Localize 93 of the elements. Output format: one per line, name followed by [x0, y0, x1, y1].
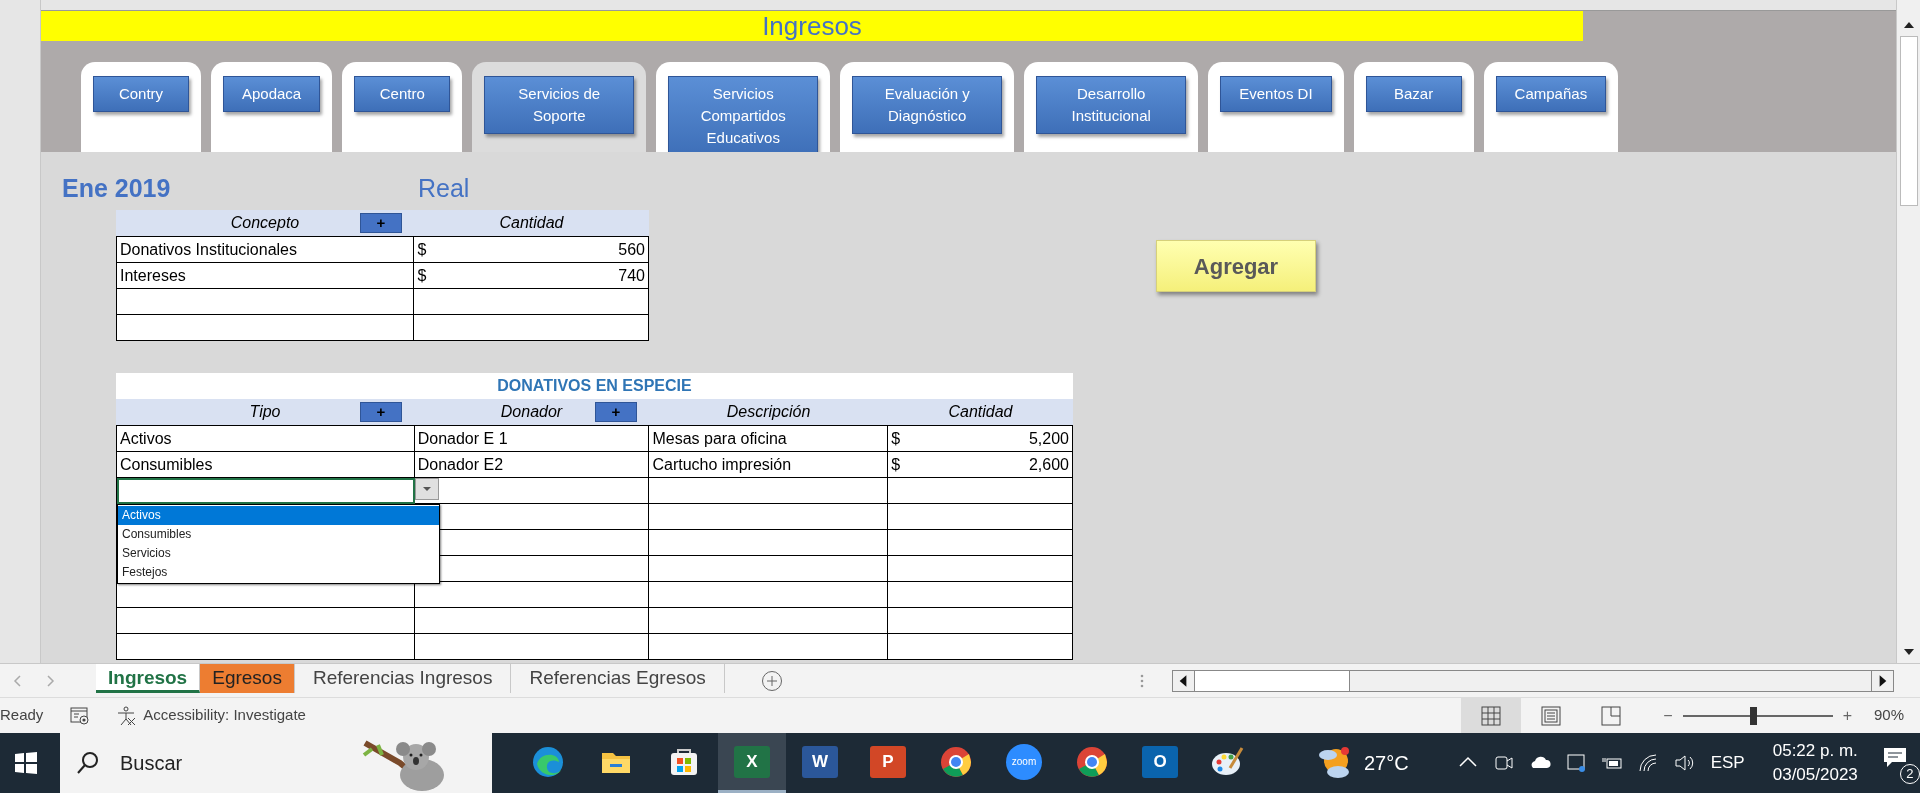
column-header: Descripción	[726, 402, 811, 422]
column-header: Donador	[500, 402, 563, 422]
dropdown-option[interactable]: Servicios	[118, 544, 439, 563]
scroll-up-arrow-icon[interactable]	[1901, 20, 1916, 30]
nav-button[interactable]: Centro	[354, 76, 451, 112]
sheet-title: Ingresos	[762, 9, 862, 43]
scroll-down-arrow-icon[interactable]	[1901, 647, 1916, 657]
zoom-slider-thumb[interactable]	[1750, 706, 1758, 725]
zoom-level-text: 90%	[1873, 705, 1904, 726]
splitter-handle-icon[interactable]	[1140, 672, 1144, 689]
status-text: Ready	[0, 705, 44, 726]
column-header: Cantidad	[948, 402, 1013, 422]
time-text: 05:22 p. m.	[1772, 740, 1858, 762]
nav-button[interactable]: Bazar	[1365, 76, 1462, 112]
amount-text: 740	[618, 266, 645, 286]
amount-text: 2,600	[1028, 455, 1069, 475]
sheet-tab[interactable]: Ingresos	[96, 664, 201, 693]
speaker-icon[interactable]	[1672, 752, 1695, 774]
word-taskbar-button[interactable]: W	[786, 733, 854, 793]
zoom-slider[interactable]	[1682, 706, 1833, 725]
nav-button[interactable]: Servicios de Soporte	[484, 76, 635, 134]
currency-sign: $	[417, 240, 427, 260]
table-cell: Mesas para oficina	[649, 426, 889, 452]
sheet-tab[interactable]: Referencias Ingresos	[294, 664, 512, 693]
mode-label: Real	[418, 173, 470, 204]
zoom-out-button[interactable]: −	[1663, 703, 1673, 728]
language-indicator[interactable]: ESP	[1710, 750, 1745, 776]
sheet-tab[interactable]: Egresos	[200, 664, 295, 693]
currency-sign: $	[891, 455, 901, 475]
table-cell: Cartucho impresión	[649, 452, 889, 478]
outlook-logo: O	[1142, 745, 1178, 778]
add-button[interactable]: +	[360, 402, 402, 422]
dropdown-button[interactable]	[415, 478, 439, 500]
outlook-taskbar-button[interactable]: O	[1126, 733, 1194, 793]
word-logo: W	[802, 745, 838, 778]
zoom-in-button[interactable]: +	[1842, 703, 1852, 728]
zoom-taskbar-button[interactable]: zoom	[990, 733, 1058, 793]
search-box[interactable]: Buscar	[60, 733, 492, 793]
powerpoint-taskbar-button[interactable]: P	[854, 733, 922, 793]
caret-icon	[422, 486, 432, 492]
grid-icon	[1480, 704, 1503, 727]
dropdown-option[interactable]: Activos	[118, 506, 439, 525]
nav-button[interactable]: Campañas	[1495, 76, 1607, 112]
amount-text: 5,200	[1028, 429, 1069, 449]
page-corner-icon	[1600, 704, 1623, 727]
search-input[interactable]: Buscar	[120, 748, 270, 778]
currency-sign: $	[417, 266, 427, 286]
nav-button[interactable]: Contry	[93, 76, 189, 112]
agregar-button[interactable]: Agregar	[1156, 240, 1316, 292]
scrollbar-thumb[interactable]	[1195, 670, 1350, 691]
table-cell: Intereses	[117, 263, 415, 289]
macro-record-icon[interactable]	[69, 705, 92, 726]
excel-taskbar-button[interactable]: X	[718, 733, 786, 793]
table-cell: Activos	[117, 426, 415, 452]
monitor-icon[interactable]	[1564, 752, 1587, 774]
sheet-tab[interactable]: Referencias Egresos	[511, 664, 725, 693]
table-cell: Donativos Institucionales	[117, 237, 415, 263]
nav-button[interactable]: Evaluación y Diagnóstico	[852, 76, 1003, 134]
nav-button[interactable]: Desarrollo Institucional	[1036, 76, 1187, 134]
column-header: Cantidad	[499, 213, 564, 233]
table-cell: Donador E2	[414, 452, 650, 478]
clock[interactable]: 05:22 p. m. 03/05/2023	[1772, 739, 1858, 787]
period-label: Ene 2019	[62, 173, 172, 204]
column-header: Tipo	[249, 402, 281, 422]
add-button[interactable]: +	[595, 402, 637, 422]
currency-sign: $	[891, 429, 901, 449]
add-sheet-icon[interactable]	[760, 669, 783, 692]
dropdown-option[interactable]: Festejos	[118, 563, 439, 582]
amount-text: 560	[618, 240, 645, 260]
accessibility-icon	[115, 704, 138, 727]
table-title: DONATIVOS EN ESPECIE	[497, 376, 692, 396]
chat-bubble-icon	[1881, 746, 1908, 768]
excel-logo: X	[734, 745, 770, 778]
column-header: Concepto	[230, 213, 300, 233]
date-text: 03/05/2023	[1772, 764, 1858, 786]
wifi-icon[interactable]	[1636, 752, 1659, 774]
notification-count: 2	[1899, 764, 1920, 784]
windows-start-icon[interactable]	[14, 751, 38, 775]
powerpoint-logo: P	[870, 745, 906, 778]
nav-button[interactable]: Apodaca	[223, 76, 321, 112]
page-icon	[1540, 704, 1563, 727]
accessibility-button[interactable]: Accessibility: Investigate	[115, 704, 306, 727]
selected-cell[interactable]	[117, 478, 415, 504]
dropdown-option[interactable]: Consumibles	[118, 525, 439, 544]
normal-view-button[interactable]	[1461, 697, 1522, 734]
table-cell: Consumibles	[117, 452, 415, 478]
zoom-logo: zoom	[1006, 743, 1042, 780]
nav-button[interactable]: Eventos DI	[1220, 76, 1332, 112]
search-icon	[76, 751, 100, 775]
add-button[interactable]: +	[360, 213, 402, 233]
temperature-text: 27°C	[1364, 751, 1409, 776]
table-cell: Donador E 1	[414, 426, 650, 452]
scrollbar-thumb[interactable]	[1899, 36, 1918, 206]
